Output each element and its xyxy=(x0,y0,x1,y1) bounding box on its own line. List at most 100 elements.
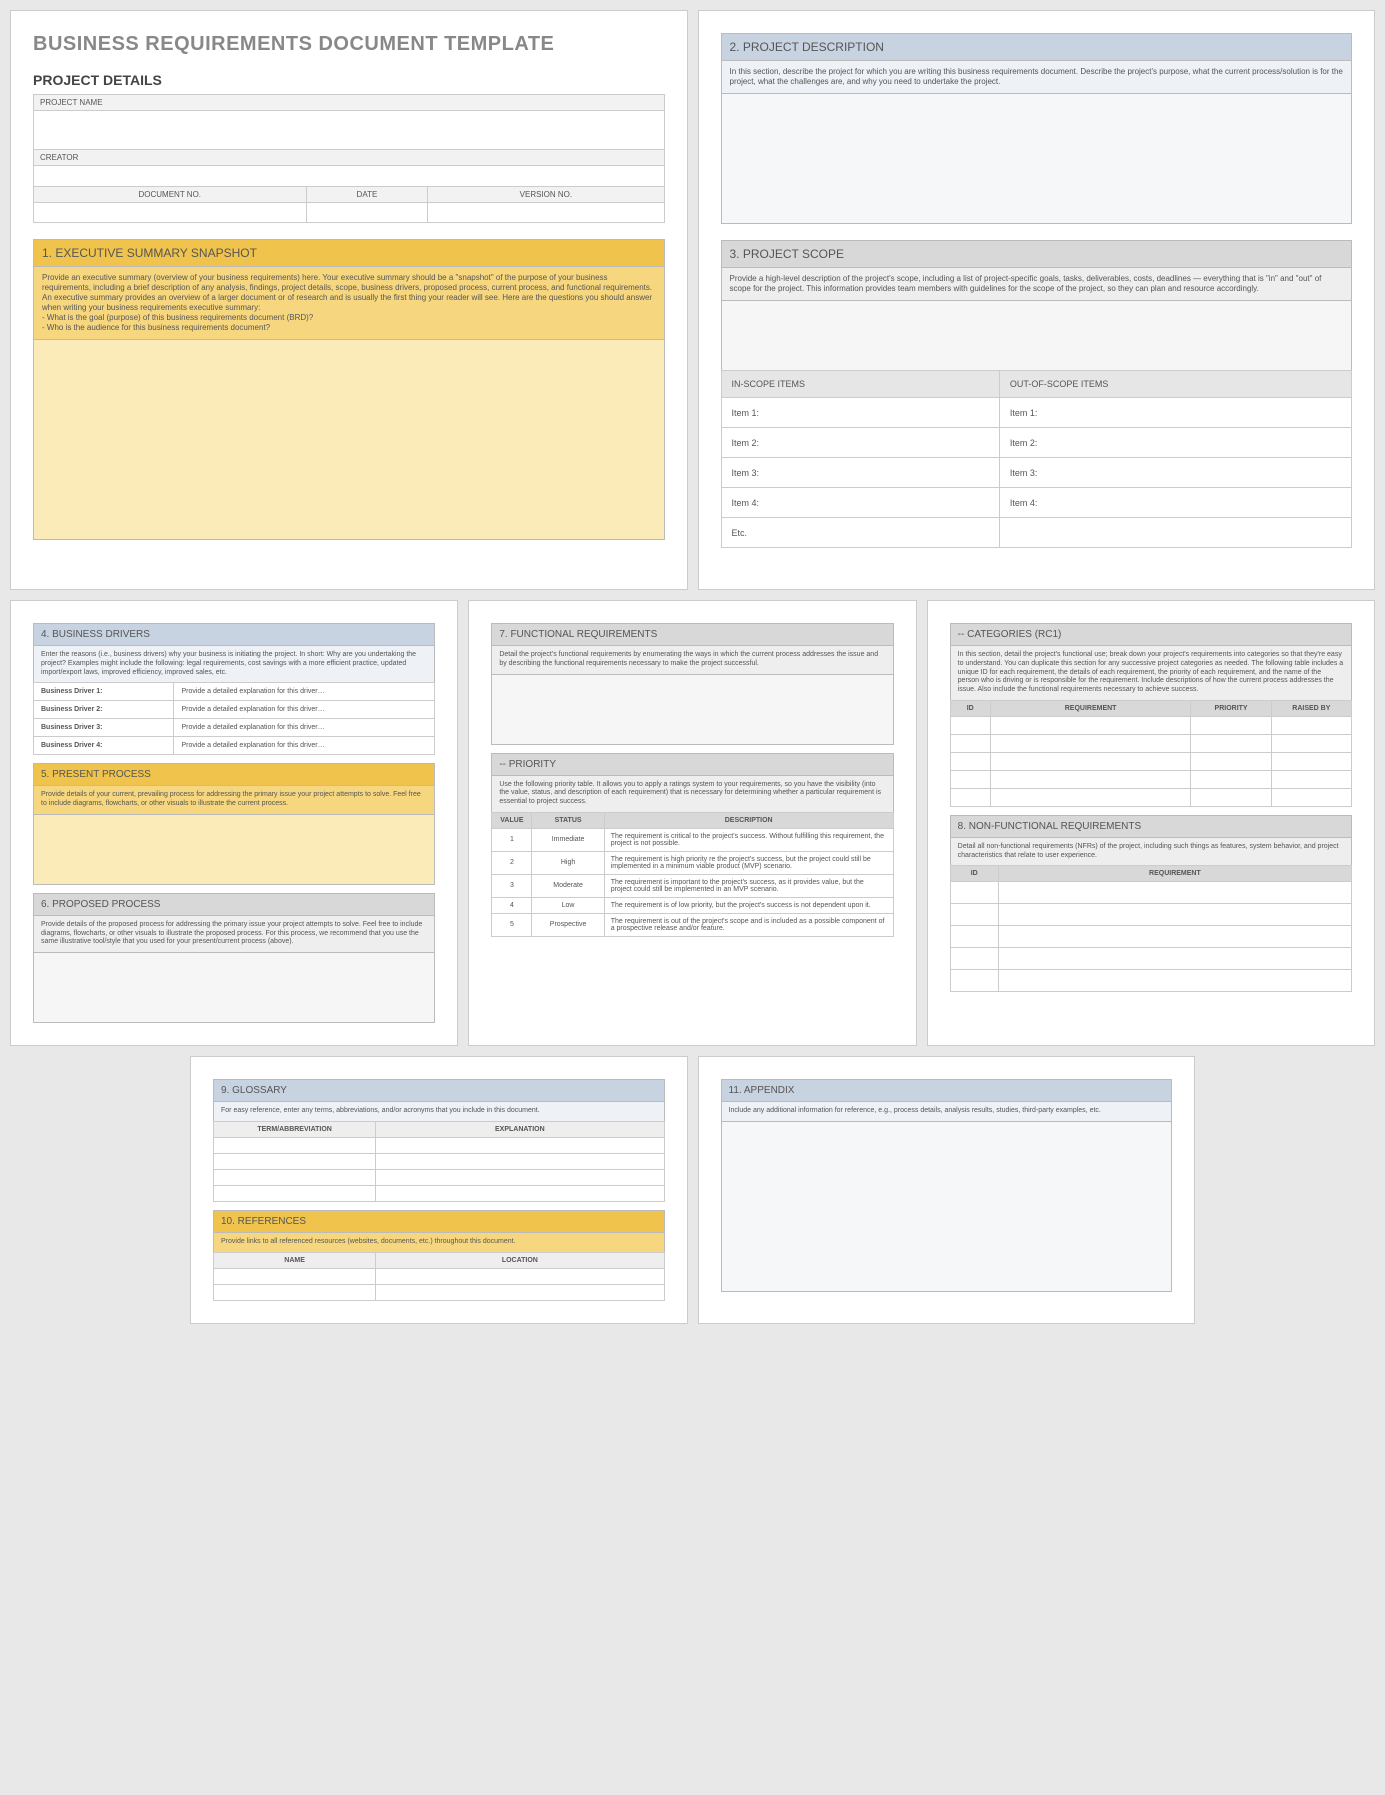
section-fill[interactable] xyxy=(34,814,434,884)
section-fill[interactable] xyxy=(492,674,892,744)
ref-cell[interactable] xyxy=(214,1284,376,1300)
scope-cell[interactable]: Item 3: xyxy=(721,458,999,488)
date-value[interactable] xyxy=(306,203,428,223)
cat-cell[interactable] xyxy=(1191,734,1271,752)
section-desc: In this section, describe the project fo… xyxy=(722,60,1352,93)
prio-status: High xyxy=(532,851,604,874)
scope-cell[interactable]: Etc. xyxy=(721,518,999,548)
th-description: DESCRIPTION xyxy=(604,812,893,828)
th-value: VALUE xyxy=(492,812,532,828)
section-categories: -- CATEGORIES (RC1) In this section, det… xyxy=(950,623,1352,701)
cat-cell[interactable] xyxy=(1271,752,1351,770)
cat-cell[interactable] xyxy=(950,734,990,752)
scope-cell[interactable]: Item 1: xyxy=(721,398,999,428)
nfr-cell[interactable] xyxy=(950,904,998,926)
section-fill[interactable] xyxy=(722,1121,1172,1291)
th-expl: EXPLANATION xyxy=(376,1121,664,1137)
section-desc: In this section, detail the project's fu… xyxy=(951,645,1351,700)
nfr-cell[interactable] xyxy=(998,926,1351,948)
nfr-cell[interactable] xyxy=(950,926,998,948)
scope-cell[interactable]: Item 4: xyxy=(721,488,999,518)
cat-cell[interactable] xyxy=(950,788,990,806)
creator-value[interactable] xyxy=(34,166,664,186)
driver-name: Business Driver 2: xyxy=(34,701,174,719)
ref-cell[interactable] xyxy=(376,1268,664,1284)
cat-cell[interactable] xyxy=(1191,716,1271,734)
prio-value: 2 xyxy=(492,851,532,874)
project-name-value[interactable] xyxy=(34,111,664,149)
cat-cell[interactable] xyxy=(950,716,990,734)
section-fill[interactable] xyxy=(722,300,1352,370)
glos-cell[interactable] xyxy=(214,1137,376,1153)
nfr-cell[interactable] xyxy=(950,948,998,970)
cat-cell[interactable] xyxy=(990,770,1191,788)
section-proposed-process: 6. PROPOSED PROCESS Provide details of t… xyxy=(33,893,435,1023)
section-functional-requirements: 7. FUNCTIONAL REQUIREMENTS Detail the pr… xyxy=(491,623,893,745)
scope-cell[interactable]: Item 1: xyxy=(999,398,1351,428)
scope-cell[interactable]: Item 2: xyxy=(721,428,999,458)
glos-cell[interactable] xyxy=(376,1153,664,1169)
prio-desc: The requirement is of low priority, but … xyxy=(604,897,893,913)
cat-cell[interactable] xyxy=(990,788,1191,806)
section-desc: Provide a high-level description of the … xyxy=(722,267,1352,300)
cat-cell[interactable] xyxy=(1271,770,1351,788)
nfr-table: ID REQUIREMENT xyxy=(950,865,1352,992)
prio-status: Immediate xyxy=(532,828,604,851)
glos-cell[interactable] xyxy=(376,1169,664,1185)
glos-cell[interactable] xyxy=(214,1153,376,1169)
version-value[interactable] xyxy=(428,203,664,223)
nfr-cell[interactable] xyxy=(998,904,1351,926)
nfr-cell[interactable] xyxy=(998,948,1351,970)
section-desc: Provide details of the proposed process … xyxy=(34,915,434,952)
page-1: BUSINESS REQUIREMENTS DOCUMENT TEMPLATE … xyxy=(10,10,688,590)
cat-cell[interactable] xyxy=(1271,734,1351,752)
cat-cell[interactable] xyxy=(1191,788,1271,806)
th-name: NAME xyxy=(214,1252,376,1268)
section-desc: Enter the reasons (i.e., business driver… xyxy=(34,645,434,682)
driver-detail[interactable]: Provide a detailed explanation for this … xyxy=(174,683,435,701)
glos-cell[interactable] xyxy=(376,1185,664,1201)
cat-cell[interactable] xyxy=(1271,788,1351,806)
scope-cell[interactable]: Item 3: xyxy=(999,458,1351,488)
doc-no-value[interactable] xyxy=(34,203,307,223)
glos-cell[interactable] xyxy=(214,1185,376,1201)
scope-cell[interactable]: Item 4: xyxy=(999,488,1351,518)
nfr-cell[interactable] xyxy=(998,970,1351,992)
section-fill[interactable] xyxy=(34,952,434,1022)
ref-cell[interactable] xyxy=(214,1268,376,1284)
section-title: 5. PRESENT PROCESS xyxy=(34,764,434,785)
section-title: 11. APPENDIX xyxy=(722,1080,1172,1101)
driver-detail[interactable]: Provide a detailed explanation for this … xyxy=(174,737,435,755)
nfr-cell[interactable] xyxy=(998,882,1351,904)
project-name-label: PROJECT NAME xyxy=(34,95,664,111)
cat-cell[interactable] xyxy=(950,752,990,770)
ref-cell[interactable] xyxy=(376,1284,664,1300)
nfr-cell[interactable] xyxy=(950,970,998,992)
cat-cell[interactable] xyxy=(990,752,1191,770)
project-details-heading: PROJECT DETAILS xyxy=(33,72,665,88)
cat-cell[interactable] xyxy=(950,770,990,788)
driver-detail[interactable]: Provide a detailed explanation for this … xyxy=(174,701,435,719)
section-fill[interactable] xyxy=(34,339,664,539)
doc-title: BUSINESS REQUIREMENTS DOCUMENT TEMPLATE xyxy=(33,33,665,56)
glos-cell[interactable] xyxy=(376,1137,664,1153)
glos-cell[interactable] xyxy=(214,1169,376,1185)
cat-cell[interactable] xyxy=(1191,770,1271,788)
cat-cell[interactable] xyxy=(1191,752,1271,770)
section-glossary: 9. GLOSSARY For easy reference, enter an… xyxy=(213,1079,665,1122)
scope-cell[interactable]: Item 2: xyxy=(999,428,1351,458)
cat-cell[interactable] xyxy=(990,734,1191,752)
section-present-process: 5. PRESENT PROCESS Provide details of yo… xyxy=(33,763,435,885)
th-raisedby: RAISED BY xyxy=(1271,700,1351,716)
section-fill[interactable] xyxy=(722,93,1352,223)
drivers-table: Business Driver 1:Provide a detailed exp… xyxy=(33,682,435,755)
cat-cell[interactable] xyxy=(990,716,1191,734)
section-desc: Provide details of your current, prevail… xyxy=(34,785,434,814)
in-scope-header: IN-SCOPE ITEMS xyxy=(721,371,999,398)
page-2: 2. PROJECT DESCRIPTION In this section, … xyxy=(698,10,1376,590)
cat-cell[interactable] xyxy=(1271,716,1351,734)
scope-cell[interactable] xyxy=(999,518,1351,548)
driver-detail[interactable]: Provide a detailed explanation for this … xyxy=(174,719,435,737)
page-7: 11. APPENDIX Include any additional info… xyxy=(698,1056,1196,1324)
nfr-cell[interactable] xyxy=(950,882,998,904)
